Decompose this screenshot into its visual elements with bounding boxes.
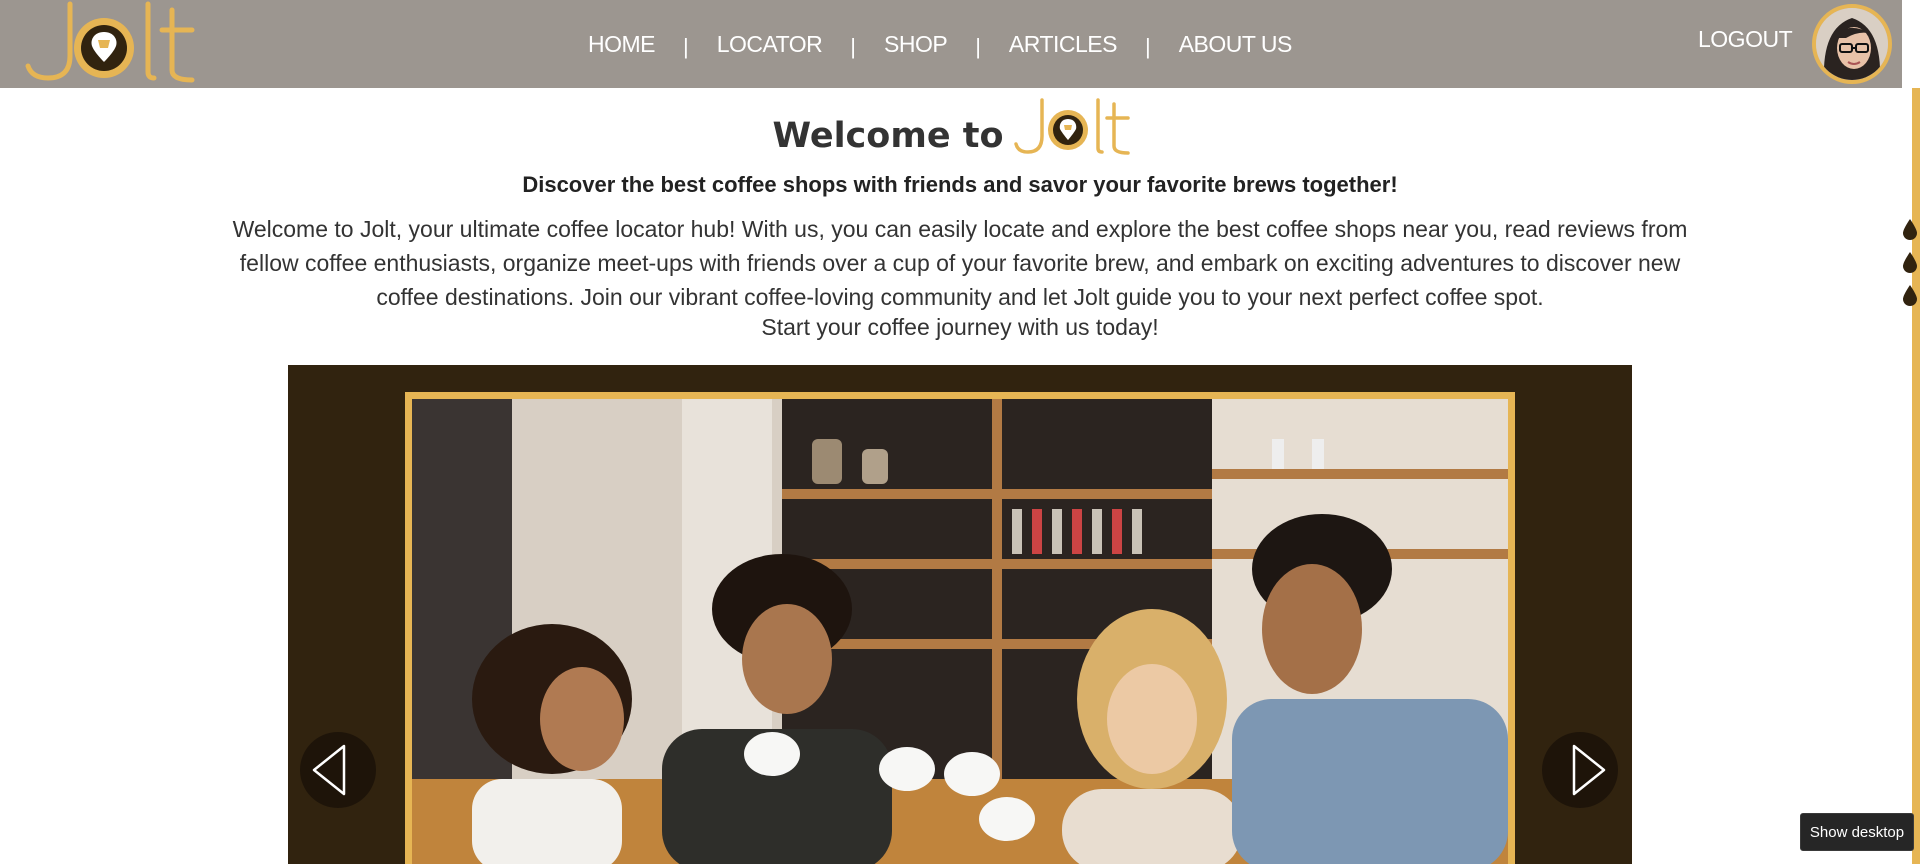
nav-separator: | — [850, 34, 856, 59]
top-navbar: HOME | LOCATOR | SHOP | ARTICLES | ABOUT… — [0, 0, 1902, 88]
welcome-heading: Welcome to — [0, 96, 1902, 160]
right-decorative-strip — [1902, 0, 1920, 864]
hero-intro-text: Welcome to Jolt, your ultimate coffee lo… — [232, 216, 1688, 310]
image-carousel — [288, 365, 1632, 864]
coffee-drop-icon — [1903, 252, 1917, 273]
nav-separator: | — [683, 34, 689, 59]
jolt-logo — [1013, 98, 1130, 155]
carousel-next-button[interactable] — [1542, 732, 1618, 808]
nav-home-link[interactable]: HOME — [588, 31, 656, 58]
nav-separator: | — [975, 34, 981, 59]
nav-articles-link[interactable]: ARTICLES — [1009, 31, 1118, 58]
hero-subtitle: Discover the best coffee shops with frie… — [522, 172, 1398, 197]
nav-separator: | — [1144, 34, 1151, 59]
nav-locator-link[interactable]: LOCATOR — [717, 31, 823, 58]
nav-shop-link[interactable]: SHOP — [884, 31, 948, 58]
avatar-portrait-image — [1816, 8, 1888, 80]
user-avatar[interactable] — [1812, 4, 1892, 84]
show-desktop-tooltip: Show desktop — [1800, 813, 1914, 851]
logout-link[interactable]: LOGOUT — [1698, 26, 1793, 53]
chevron-left-icon — [312, 744, 346, 796]
chevron-right-icon — [1572, 744, 1606, 796]
friends-coffee-photo — [412, 399, 1508, 864]
accent-bar — [1912, 88, 1920, 864]
jolt-logo[interactable] — [22, 0, 202, 88]
coffee-drop-icon — [1903, 285, 1917, 306]
nav-about-us-link[interactable]: ABOUT US — [1179, 31, 1293, 58]
hero-call-to-action: Start your coffee journey with us today! — [761, 314, 1159, 340]
carousel-slide — [405, 392, 1515, 864]
main-nav: HOME | LOCATOR | SHOP | ARTICLES | ABOUT… — [588, 24, 1292, 64]
carousel-prev-button[interactable] — [300, 732, 376, 808]
coffee-drop-icon — [1903, 219, 1917, 240]
welcome-title: Welcome to — [772, 116, 1004, 156]
